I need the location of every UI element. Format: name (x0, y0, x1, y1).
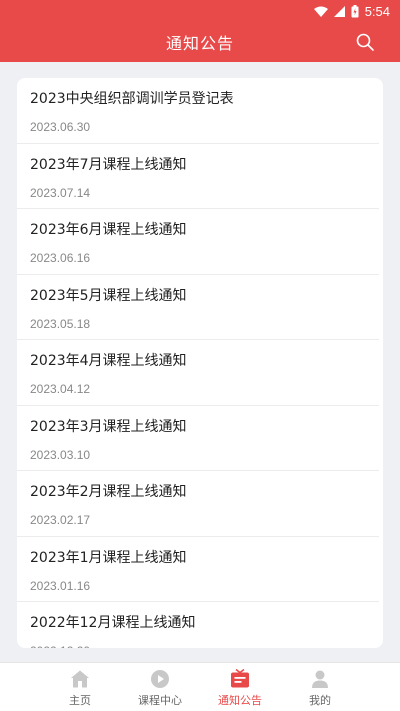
notice-item[interactable]: 2023中央组织部调训学员登记表 2023.06.30 (17, 78, 379, 144)
notice-title: 2023年6月课程上线通知 (30, 222, 187, 238)
tab-label: 课程中心 (138, 693, 182, 707)
tab-notices[interactable]: 通知公告 (200, 663, 280, 711)
notice-title: 2022年12月课程上线通知 (30, 615, 196, 631)
notice-title: 2023年2月课程上线通知 (30, 484, 187, 500)
notice-title: 2023年1月课程上线通知 (30, 549, 187, 566)
home-icon (69, 668, 91, 690)
tab-label: 通知公告 (218, 693, 262, 707)
notice-date: 2023.04.12 (30, 382, 91, 396)
search-icon (356, 33, 374, 51)
bottom-tab-bar: 主页 课程中心 通知公告 我的 (0, 662, 400, 711)
notice-title: 2023年5月课程上线通知 (30, 287, 187, 304)
notice-date: 2023.06.16 (30, 251, 91, 265)
battery-icon (351, 4, 359, 18)
tab-label: 主页 (69, 693, 91, 707)
wifi-icon (313, 6, 328, 17)
notice-list: 2023中央组织部调训学员登记表 2023.06.30 2023年7月课程上线通知 2… (17, 78, 383, 648)
signal-icon (333, 5, 345, 17)
notice-item[interactable]: 2023年4月课程上线通知 2023.04.12 (17, 340, 379, 406)
notice-item[interactable]: 2023年1月课程上线通知 2023.01.16 (17, 537, 379, 602)
notice-date: 2023.06.30 (30, 120, 91, 134)
notice-icon (229, 668, 251, 690)
notice-date: 2023.02.17 (30, 513, 91, 527)
notice-list-card: 2023中央组织部调训学员登记表 2023.06.30 2023年7月课程上线通知 2… (17, 78, 383, 648)
notice-date: 2023.07.14 (30, 185, 91, 200)
status-bar: 5:54 (0, 0, 400, 22)
notice-item[interactable]: 2022年12月课程上线通知 2022.12.20 (17, 602, 379, 648)
notice-date: 2023.05.18 (30, 316, 91, 331)
notice-item[interactable]: 2023年5月课程上线通知 2023.05.18 (17, 275, 379, 340)
play-icon (149, 668, 171, 690)
tab-course-center[interactable]: 课程中心 (120, 663, 200, 711)
tab-home[interactable]: 主页 (40, 663, 120, 711)
notice-item[interactable]: 2023年3月课程上线通知 2023.03.10 (17, 406, 379, 471)
notice-title: 2023年7月课程上线通知 (30, 156, 187, 173)
user-icon (309, 668, 331, 690)
notice-date: 2023.03.10 (30, 447, 91, 462)
notice-title: 2023年4月课程上线通知 (30, 353, 187, 369)
search-button[interactable] (354, 31, 376, 53)
status-time: 5:54 (364, 3, 390, 19)
notice-item[interactable]: 2023年2月课程上线通知 2023.02.17 (17, 471, 379, 537)
tab-label: 我的 (309, 693, 331, 707)
page-title: 通知公告 (165, 34, 234, 53)
notice-item[interactable]: 2023年6月课程上线通知 2023.06.16 (17, 209, 379, 275)
notice-title: 2023中央组织部调训学员登记表 (30, 91, 234, 107)
notice-item[interactable]: 2023年7月课程上线通知 2023.07.14 (17, 144, 379, 209)
notice-date: 2023.01.16 (30, 578, 91, 593)
notice-date: 2022.12.20 (30, 643, 367, 648)
notice-title: 2023年3月课程上线通知 (30, 418, 187, 435)
app-header: 通知公告 (0, 22, 400, 62)
tab-mine[interactable]: 我的 (280, 663, 360, 711)
